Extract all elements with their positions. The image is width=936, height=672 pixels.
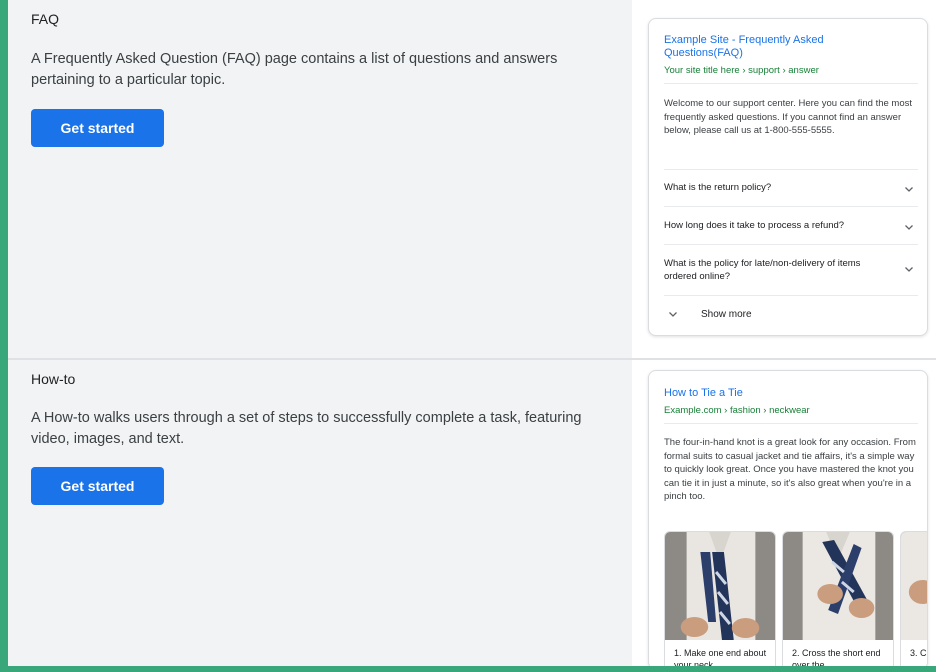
howto-preview-title[interactable]: How to Tie a Tie: [664, 387, 743, 400]
faq-section: FAQ A Frequently Asked Question (FAQ) pa…: [8, 0, 936, 358]
divider: [664, 206, 918, 207]
howto-preview-card: How to Tie a Tie Example.com › fashion ›…: [648, 370, 928, 666]
step-image: [901, 532, 927, 640]
chevron-down-icon: [905, 225, 913, 230]
divider: [664, 83, 918, 84]
divider: [664, 244, 918, 245]
faq-title: FAQ: [31, 11, 60, 27]
content-frame: FAQ A Frequently Asked Question (FAQ) pa…: [8, 0, 936, 666]
howto-section: How-to A How-to walks users through a se…: [8, 360, 936, 666]
show-more-label: Show more: [701, 309, 752, 320]
howto-step-card[interactable]: 3. Cro your b: [900, 531, 927, 666]
howto-step-card[interactable]: 1. Make one end about your neck: [664, 531, 776, 666]
faq-preview-intro: Welcome to our support center. Here you …: [664, 98, 913, 136]
faq-question-text: What is the policy for late/non-delivery…: [664, 258, 861, 282]
chevron-down-icon: [669, 312, 677, 317]
faq-get-started-button[interactable]: Get started: [31, 109, 164, 147]
howto-step-card[interactable]: 2. Cross the short end over the: [782, 531, 894, 666]
howto-preview-panel: How to Tie a Tie Example.com › fashion ›…: [632, 360, 936, 666]
howto-preview-intro: The four-in-hand knot is a great look fo…: [664, 437, 916, 502]
step-caption: 1. Make one end about your neck: [674, 648, 767, 666]
howto-description: A How-to walks users through a set of st…: [31, 410, 582, 447]
step-caption: 3. Cro your b: [910, 648, 927, 658]
faq-preview-title[interactable]: Example Site - Frequently Asked Question…: [664, 34, 824, 60]
step-image: [783, 532, 893, 640]
chevron-down-icon: [905, 267, 913, 272]
chevron-down-icon: [905, 187, 913, 192]
faq-question-text: What is the return policy?: [664, 182, 772, 193]
faq-preview-card: Example Site - Frequently Asked Question…: [648, 18, 928, 336]
faq-preview-breadcrumb: Your site title here › support › answer: [664, 65, 819, 76]
howto-preview-breadcrumb: Example.com › fashion › neckwear: [664, 405, 810, 416]
howto-title: How-to: [31, 371, 76, 387]
howto-steps-carousel[interactable]: 1. Make one end about your neck 2. Cross…: [664, 531, 927, 666]
divider: [664, 295, 918, 296]
step-image: [665, 532, 775, 640]
divider: [664, 423, 918, 424]
faq-description: A Frequently Asked Question (FAQ) page c…: [31, 51, 558, 88]
faq-preview-panel: Example Site - Frequently Asked Question…: [632, 0, 936, 358]
faq-question-text: How long does it take to process a refun…: [664, 220, 845, 231]
divider: [664, 169, 918, 170]
howto-get-started-button[interactable]: Get started: [31, 467, 164, 505]
step-caption: 2. Cross the short end over the: [792, 648, 881, 666]
